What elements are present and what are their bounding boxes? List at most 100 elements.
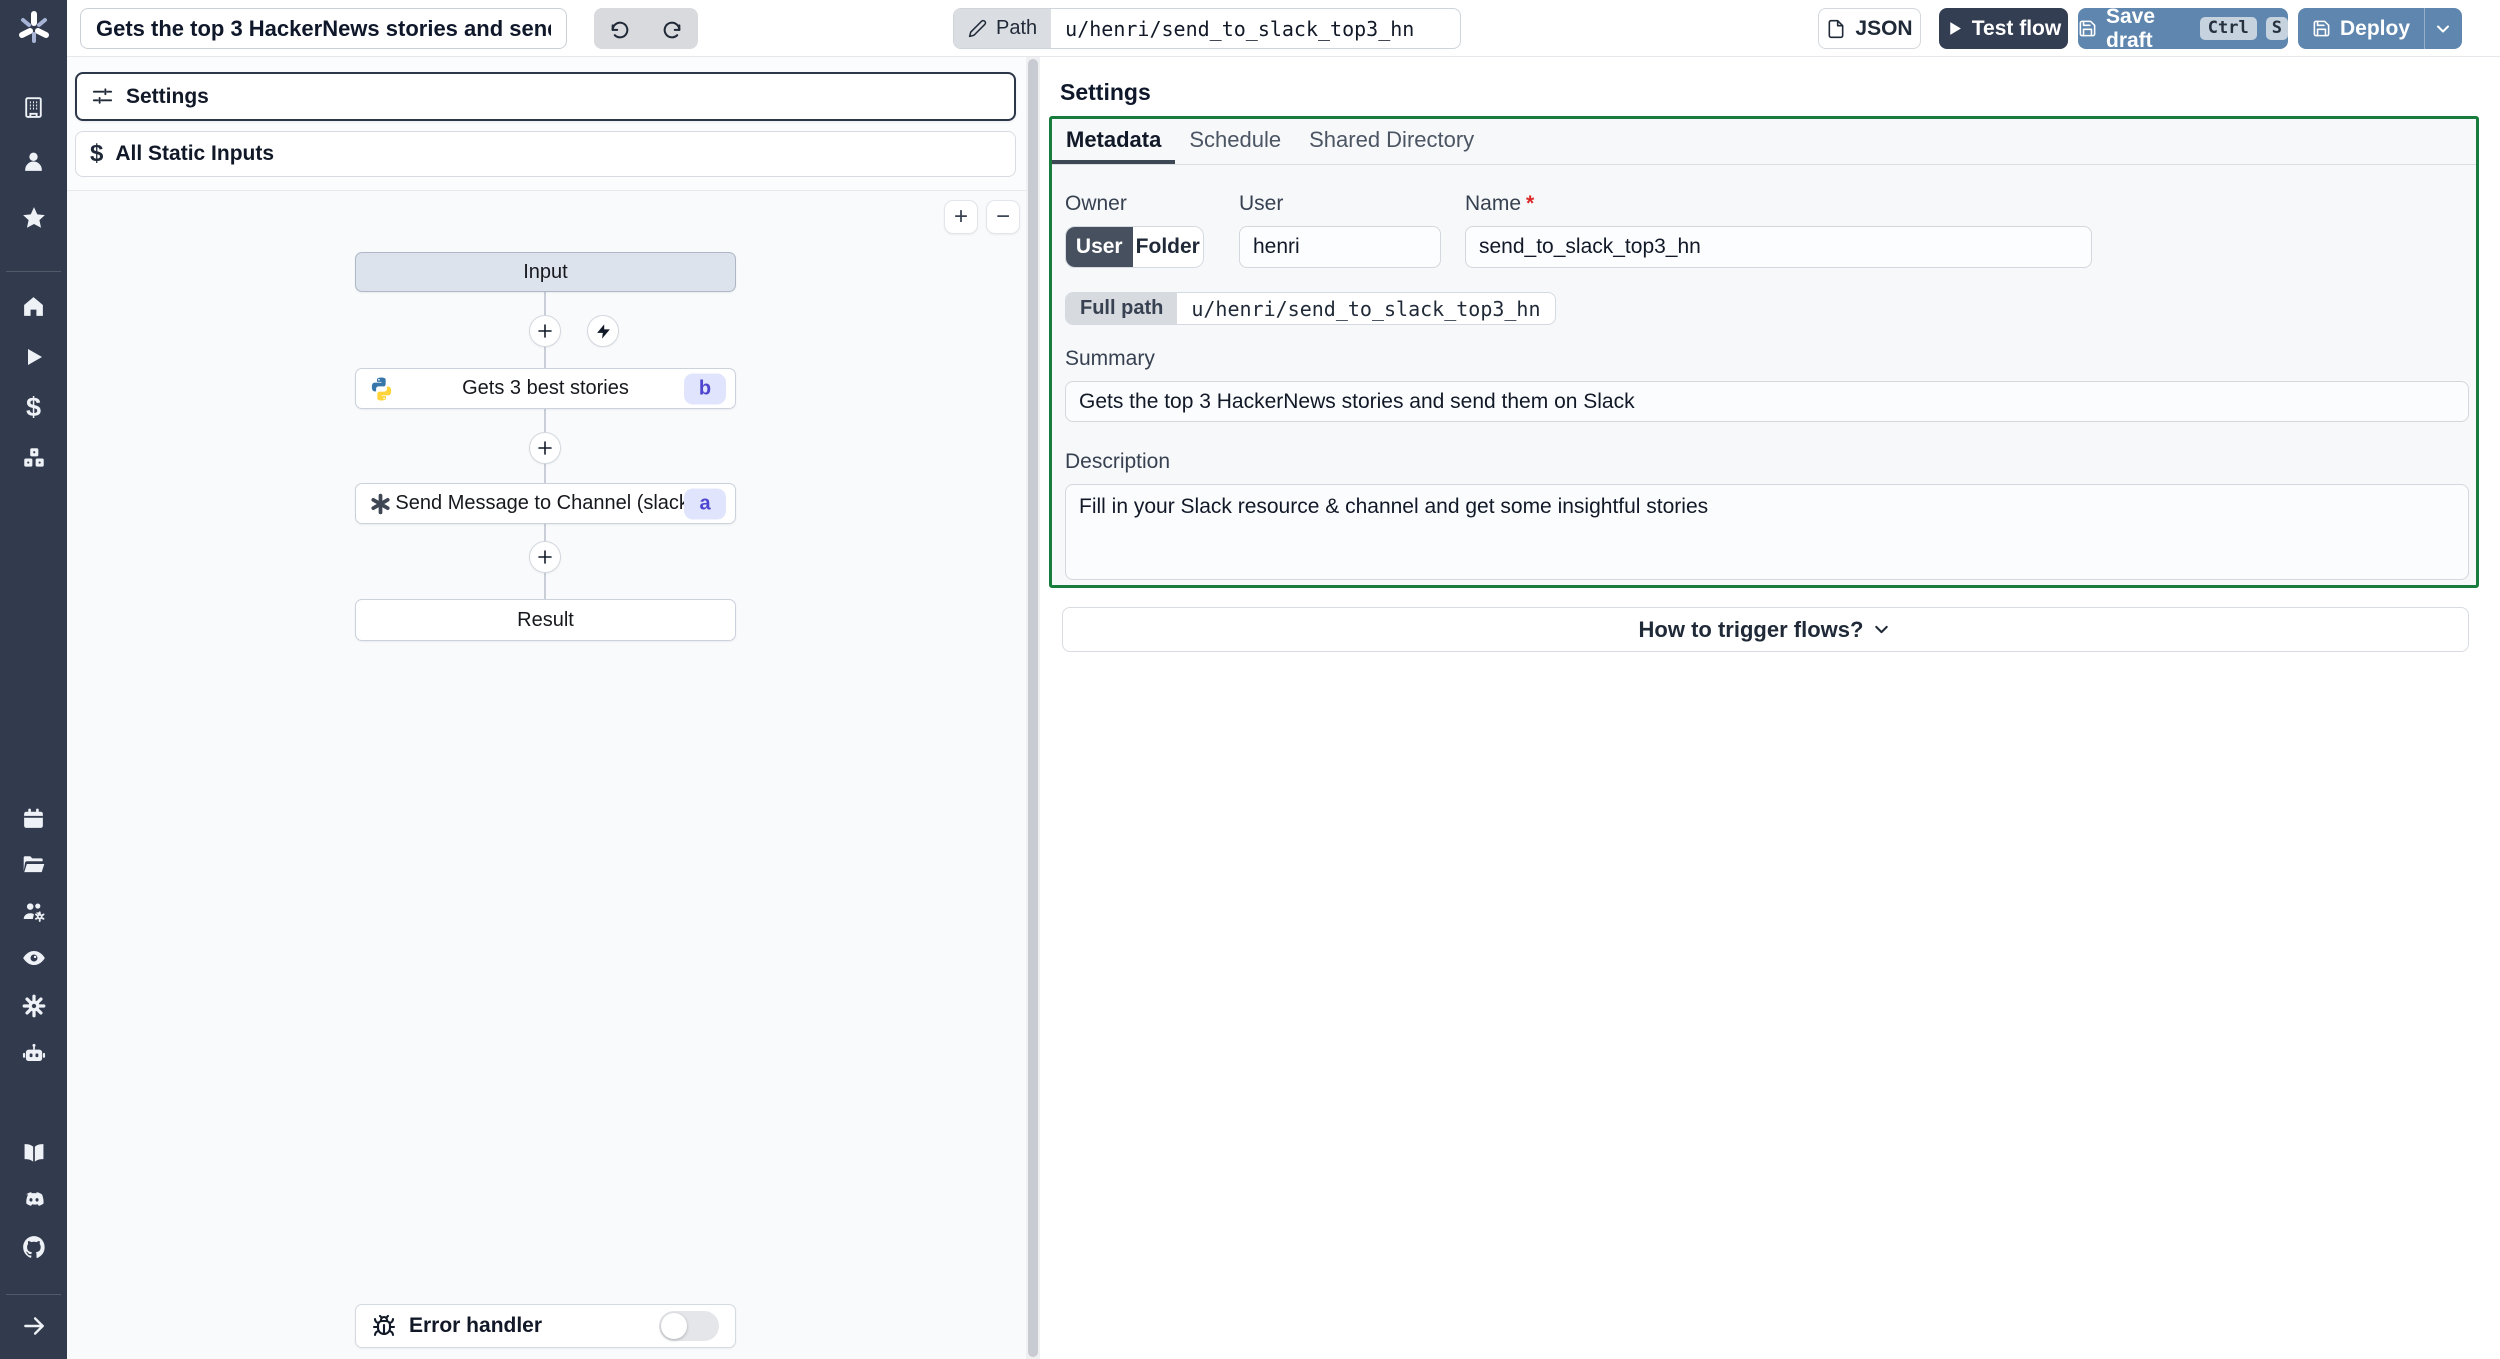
sidebar-item-variables[interactable]: $: [0, 389, 67, 425]
sidebar-item-favorites[interactable]: [0, 200, 67, 236]
all-static-inputs-item[interactable]: $ All Static Inputs: [75, 131, 1016, 177]
topbar: Path u/henri/send_to_slack_top3_hn JSON …: [67, 0, 2500, 57]
user-input[interactable]: [1239, 226, 1441, 268]
full-path-chip[interactable]: Full path u/henri/send_to_slack_top3_hn: [1065, 292, 1556, 325]
error-handler-toggle[interactable]: [659, 1311, 719, 1341]
metadata-tab-content: Owner User Folder User Name* Full path: [1052, 165, 2476, 585]
node-label: Input: [523, 260, 568, 283]
undo-button[interactable]: [594, 8, 646, 49]
sliders-icon: [92, 88, 113, 104]
sidebar-item-runs[interactable]: [0, 339, 67, 375]
kbd-ctrl: Ctrl: [2199, 17, 2257, 40]
name-input[interactable]: [1465, 226, 2092, 268]
redo-icon: [663, 21, 681, 38]
user-icon: [25, 152, 42, 171]
sidebar-item-folders[interactable]: [0, 846, 67, 882]
save-draft-button[interactable]: Save draft Ctrl S: [2078, 5, 2288, 52]
add-step-button[interactable]: [529, 541, 561, 573]
test-flow-button[interactable]: Test flow: [1939, 8, 2068, 49]
save-icon: [2079, 20, 2096, 37]
chevron-down-icon: [2437, 25, 2450, 32]
robot-icon: [22, 1043, 45, 1062]
path-widget[interactable]: Path u/henri/send_to_slack_top3_hn: [953, 8, 1461, 49]
toggle-knob: [661, 1313, 687, 1339]
summary-input[interactable]: [1065, 381, 2469, 422]
sidebar-item-workspace[interactable]: [0, 89, 67, 125]
windmill-logo[interactable]: [15, 9, 53, 47]
owner-kind-toggle: User Folder: [1065, 226, 1204, 268]
json-button-label: JSON: [1855, 16, 1913, 40]
sidebar-item-docs[interactable]: [0, 1135, 67, 1171]
sidebar-item-user[interactable]: [0, 143, 67, 179]
description-textarea[interactable]: [1065, 484, 2469, 580]
add-step-button[interactable]: [529, 315, 561, 347]
flow-node-step-b[interactable]: Gets 3 best stories b: [355, 368, 736, 409]
scrollbar-thumb[interactable]: [1028, 59, 1038, 1357]
sidebar-expand-button[interactable]: [0, 1308, 67, 1344]
how-to-trigger-flows-button[interactable]: How to trigger flows?: [1062, 607, 2469, 652]
add-step-button[interactable]: [529, 432, 561, 464]
node-label: Gets 3 best stories: [462, 377, 629, 399]
test-flow-label: Test flow: [1971, 16, 2062, 40]
tab-metadata[interactable]: Metadata: [1052, 119, 1176, 164]
pencil-icon: [968, 19, 987, 38]
sidebar-item-audit-logs[interactable]: [0, 940, 67, 976]
path-value: u/henri/send_to_slack_top3_hn: [1065, 16, 1415, 41]
home-icon: [24, 296, 43, 316]
tab-schedule[interactable]: Schedule: [1175, 119, 1295, 164]
flow-settings-item[interactable]: Settings: [75, 72, 1016, 121]
trigger-shortcut-button[interactable]: [587, 315, 619, 347]
flow-node-step-a[interactable]: Send Message to Channel (slack) a: [355, 483, 736, 524]
path-label: Path: [996, 17, 1038, 39]
owner-option-folder[interactable]: Folder: [1132, 227, 1203, 267]
undo-redo-group: [594, 8, 698, 49]
owner-label: Owner: [1065, 192, 1127, 215]
flow-settings-label: Settings: [126, 84, 209, 108]
dollar-icon: $: [90, 140, 104, 167]
settings-tabs: Metadata Schedule Shared Directory: [1052, 119, 2476, 165]
sidebar-item-github[interactable]: [0, 1229, 67, 1265]
flow-summary-input[interactable]: [80, 8, 567, 49]
boxes-icon: [23, 448, 44, 467]
tab-shared-directory[interactable]: Shared Directory: [1295, 119, 1488, 164]
kbd-s: S: [2265, 17, 2288, 40]
zoom-in-glyph: +: [953, 203, 968, 230]
sidebar-item-workers[interactable]: [0, 894, 67, 930]
python-icon: [368, 375, 395, 402]
sidebar-item-ai[interactable]: [0, 1036, 67, 1072]
eye-icon: [22, 950, 45, 966]
required-mark: *: [1526, 192, 1535, 215]
step-id-badge: b: [684, 373, 726, 404]
json-button[interactable]: JSON: [1818, 8, 1921, 49]
zoom-in-button[interactable]: +: [944, 200, 978, 234]
redo-button[interactable]: [646, 8, 698, 49]
sidebar-divider: [6, 271, 61, 272]
discord-icon: [25, 1192, 44, 1206]
flow-node-result[interactable]: Result: [355, 599, 736, 641]
sidebar-item-settings[interactable]: [0, 988, 67, 1024]
flow-node-input[interactable]: Input: [355, 252, 736, 292]
owner-option-user[interactable]: User: [1066, 227, 1133, 267]
sidebar-divider: [6, 1294, 61, 1295]
deploy-dropdown-button[interactable]: [2425, 8, 2462, 49]
bug-icon: [372, 1314, 396, 1337]
error-handler-item[interactable]: Error handler: [355, 1304, 736, 1348]
user-label: User: [1239, 192, 1284, 215]
sidebar-item-resources[interactable]: [0, 440, 67, 476]
lightning-icon: [596, 323, 610, 339]
trigger-button-label: How to trigger flows?: [1638, 616, 1864, 642]
full-path-value: u/henri/send_to_slack_top3_hn: [1191, 296, 1541, 321]
file-json-icon: [1828, 19, 1844, 38]
graph-background: [67, 191, 1026, 1359]
all-static-inputs-label: All Static Inputs: [115, 142, 275, 165]
deploy-button[interactable]: Deploy: [2298, 8, 2424, 49]
sidebar-item-home[interactable]: [0, 288, 67, 324]
error-handler-label: Error handler: [409, 1314, 543, 1337]
play-icon: [27, 349, 42, 365]
description-label: Description: [1065, 450, 1171, 473]
zoom-out-button[interactable]: −: [986, 200, 1020, 234]
sidebar-item-schedules[interactable]: [0, 800, 67, 836]
sidebar-item-discord[interactable]: [0, 1182, 67, 1218]
save-icon: [2313, 20, 2330, 37]
step-id-badge: a: [684, 488, 726, 519]
